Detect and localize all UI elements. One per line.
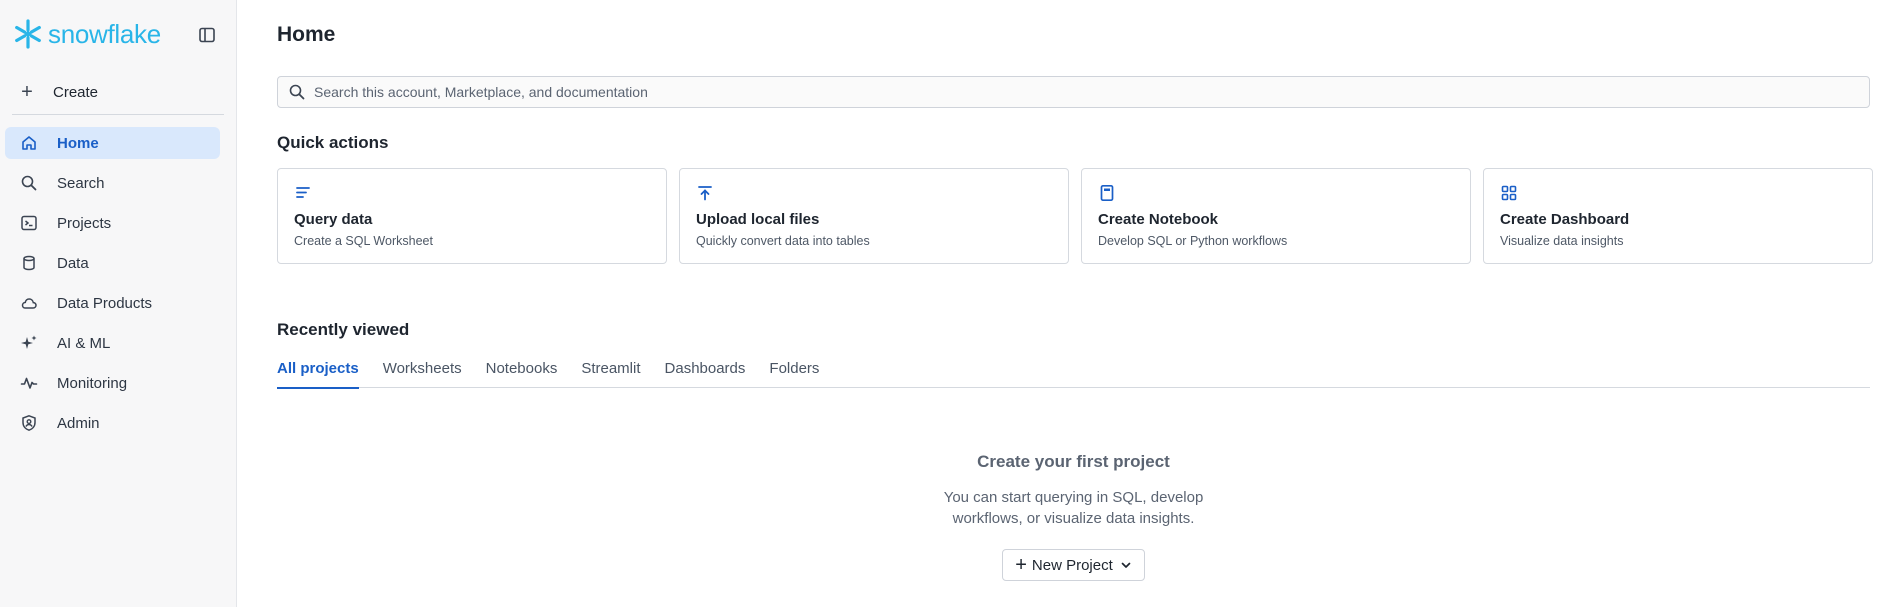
new-project-button[interactable]: + New Project	[1002, 549, 1145, 581]
plus-icon: +	[1015, 554, 1027, 576]
query-data-card[interactable]: Query data Create a SQL Worksheet	[277, 168, 667, 264]
sidebar-item-search[interactable]: Search	[5, 167, 220, 199]
sidebar-item-label: Data	[57, 254, 89, 272]
notebook-icon	[1098, 184, 1116, 202]
sparkle-icon	[20, 334, 38, 352]
terminal-icon	[20, 214, 38, 232]
sidebar-item-label: Monitoring	[57, 374, 128, 392]
sidebar-item-label: Data Products	[57, 294, 153, 312]
sidebar-toggle-icon	[199, 27, 215, 43]
sidebar-item-home[interactable]: Home	[5, 127, 220, 159]
main-content: Home Quick actions Query data Create a S…	[237, 0, 1880, 607]
sidebar-item-label: Admin	[57, 414, 100, 432]
sidebar: snowflake + Create Home Search Projects …	[0, 0, 237, 607]
database-icon	[20, 254, 38, 272]
search-input[interactable]	[314, 84, 1854, 100]
tab-streamlit[interactable]: Streamlit	[581, 358, 640, 388]
sidebar-item-label: AI & ML	[57, 334, 111, 352]
upload-local-files-card[interactable]: Upload local files Quickly convert data …	[679, 168, 1069, 264]
empty-state-title: Create your first project	[977, 452, 1170, 471]
cloud-icon	[20, 294, 38, 312]
tab-folders[interactable]: Folders	[769, 358, 819, 388]
tab-notebooks[interactable]: Notebooks	[486, 358, 558, 388]
sidebar-nav: Home Search Projects Data Data Products …	[5, 127, 220, 447]
lines-icon	[294, 184, 312, 202]
sidebar-item-label: Projects	[57, 214, 112, 232]
sidebar-item-data-products[interactable]: Data Products	[5, 287, 220, 319]
recently-viewed-title: Recently viewed	[277, 320, 410, 339]
sidebar-item-admin[interactable]: Admin	[5, 407, 220, 439]
upload-icon	[696, 184, 714, 202]
plus-icon: +	[21, 81, 33, 103]
card-description: Create a SQL Worksheet	[294, 234, 433, 248]
card-description: Quickly convert data into tables	[696, 234, 870, 248]
sidebar-item-label: Search	[57, 174, 105, 192]
tab-all-projects[interactable]: All projects	[277, 358, 359, 389]
empty-state: Create your first project You can start …	[277, 452, 1870, 581]
sidebar-item-monitoring[interactable]: Monitoring	[5, 367, 220, 399]
create-button[interactable]: + Create	[18, 80, 98, 104]
card-title: Create Dashboard	[1500, 211, 1630, 228]
tab-worksheets[interactable]: Worksheets	[383, 358, 462, 388]
search-icon	[20, 174, 38, 192]
create-notebook-card[interactable]: Create Notebook Develop SQL or Python wo…	[1081, 168, 1471, 264]
card-title: Query data	[294, 211, 373, 228]
grid-icon	[1500, 184, 1518, 202]
empty-state-description: You can start querying in SQL, develop w…	[943, 489, 1204, 527]
home-icon	[20, 134, 38, 152]
search-bar[interactable]	[277, 76, 1870, 108]
card-title: Upload local files	[696, 211, 820, 228]
search-icon	[288, 83, 306, 101]
tab-dashboards[interactable]: Dashboards	[665, 358, 746, 388]
snowflake-icon	[15, 19, 41, 49]
sidebar-item-label: Home	[57, 134, 99, 152]
quick-actions-title: Quick actions	[277, 133, 389, 152]
create-dashboard-card[interactable]: Create Dashboard Visualize data insights	[1483, 168, 1873, 264]
sidebar-divider	[12, 114, 224, 115]
brand-name: snowflake	[48, 18, 161, 49]
create-label: Create	[53, 83, 99, 101]
card-description: Develop SQL or Python workflows	[1098, 234, 1288, 248]
new-project-label: New Project	[1031, 556, 1113, 574]
activity-icon	[20, 374, 38, 392]
card-title: Create Notebook	[1098, 211, 1219, 228]
app: snowflake + Create Home Search Projects …	[0, 0, 1880, 607]
recently-viewed-tabs: All projects Worksheets Notebooks Stream…	[277, 358, 1870, 389]
sidebar-item-ai-ml[interactable]: AI & ML	[5, 327, 220, 359]
shield-user-icon	[20, 414, 38, 432]
snowflake-logo[interactable]: snowflake	[12, 18, 161, 50]
quick-actions-cards: Query data Create a SQL Worksheet Upload…	[277, 168, 1873, 264]
sidebar-item-data[interactable]: Data	[5, 247, 220, 279]
chevron-down-icon	[1120, 559, 1132, 571]
sidebar-item-projects[interactable]: Projects	[5, 207, 220, 239]
sidebar-toggle-button[interactable]	[198, 26, 216, 44]
card-description: Visualize data insights	[1500, 234, 1624, 248]
page-title: Home	[277, 23, 336, 46]
